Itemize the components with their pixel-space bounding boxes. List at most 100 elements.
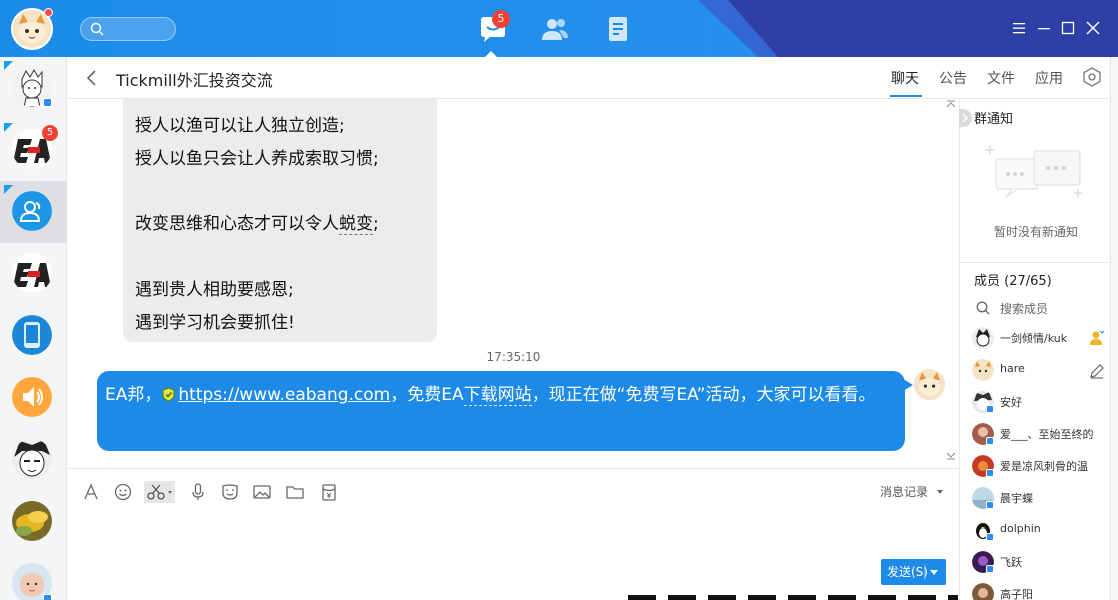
message-list[interactable]: 授人以渔可以让人独立创造; 授人以鱼只会让人养成索取习惯; 改变思维和心态才可以… [68, 99, 959, 468]
conversation-item-6[interactable] [0, 367, 67, 429]
member-avatar [972, 359, 994, 381]
red-packet-icon[interactable] [318, 481, 340, 503]
client-badge [986, 565, 994, 573]
chat-header: Tickmill外汇投资交流 聊天 公告 文件 应用 [68, 57, 1110, 99]
client-badge [986, 469, 994, 477]
manga-face-avatar [12, 439, 52, 479]
conversation-sidebar: 5 [0, 57, 67, 600]
pinned-marker [4, 123, 13, 132]
conversation-item-2[interactable]: 5 [0, 119, 67, 181]
edit-pencil-icon[interactable] [1088, 362, 1106, 380]
minimize-icon[interactable] [1036, 20, 1052, 36]
global-search-input[interactable] [80, 17, 176, 41]
member-name: 高子阳 [1000, 588, 1033, 600]
members-title: 成员 (27/65) [974, 274, 1052, 289]
member-search-input[interactable]: 搜索成员 [974, 299, 1104, 317]
conversation-item-8[interactable] [0, 491, 67, 553]
member-name: 晨宇蝶 [1000, 492, 1033, 505]
image-icon[interactable] [251, 481, 273, 503]
speaker-orange-avatar [12, 377, 52, 417]
conversation-item-1[interactable] [0, 57, 67, 119]
conversation-item-5[interactable] [0, 305, 67, 367]
chat-title: Tickmill外汇投资交流 [116, 71, 273, 90]
message-link[interactable]: https://www.eabang.com [178, 385, 390, 405]
client-badge [43, 594, 52, 600]
bubble-tail [903, 379, 913, 391]
highlighted-word[interactable]: 蜕变 [339, 214, 373, 235]
member-avatar [972, 327, 994, 349]
settings-hexagon-icon[interactable] [1082, 67, 1102, 87]
member-name: 安好 [1000, 396, 1022, 409]
client-badge [986, 405, 994, 413]
maximize-icon[interactable] [1060, 20, 1076, 36]
panel-toggle-chevron-icon[interactable] [959, 109, 972, 127]
member-name: 爱___、至始至终的 [1000, 428, 1094, 441]
member-name: hare [1000, 362, 1025, 375]
screenshot-button[interactable] [144, 481, 175, 503]
conversation-item-7[interactable] [0, 429, 67, 491]
scroll-to-bottom-icon[interactable] [946, 451, 956, 461]
send-options-chevron-icon[interactable] [930, 570, 938, 575]
conversation-item-3[interactable] [0, 181, 67, 243]
outgoing-message-bubble[interactable]: EA邦， https://www.eabang.com，免费EA下载网站，现正在做… [97, 371, 913, 451]
empty-notice-illustration [985, 145, 1082, 198]
close-icon[interactable] [1085, 20, 1101, 36]
window-right-edge [1110, 57, 1118, 600]
message-line: 授人以鱼只会让人养成索取习惯; [135, 149, 379, 169]
folder-icon[interactable] [284, 481, 306, 503]
sticker-icon[interactable] [219, 481, 241, 503]
incoming-message-bubble[interactable]: 授人以渔可以让人独立创造; 授人以鱼只会让人养成索取习惯; 改变思维和心态才可以… [123, 99, 437, 342]
search-icon [976, 301, 990, 315]
client-badge [986, 501, 994, 509]
group-info-panel: 群通知 暂时没有新通知 成员 (27/65) 搜索成员 一剑倾情/kuk har… [959, 99, 1112, 600]
tab-files[interactable]: 文件 [987, 68, 1015, 88]
microphone-icon[interactable] [187, 481, 209, 503]
member-item[interactable]: dolphin [972, 519, 1112, 543]
send-button[interactable]: 发送(S) [881, 559, 946, 585]
message-line: 遇到学习机会要抓住! [135, 313, 295, 333]
message-composer[interactable]: 消息记录 发送(S) [68, 468, 959, 600]
member-item[interactable]: 爱___、至始至终的 [972, 423, 1112, 447]
conversation-item-4[interactable] [0, 243, 67, 305]
member-avatar [972, 583, 994, 600]
messages-badge: 5 [492, 10, 510, 28]
title-bar-decoration [698, 0, 1118, 57]
unread-badge: 5 [42, 125, 58, 141]
message-text: ，现正在做“免费写EA”活动，大家可以看看。 [531, 385, 876, 405]
group-notice-title: 群通知 [974, 112, 1014, 127]
client-badge [986, 533, 994, 541]
conversation-item-9[interactable] [0, 553, 67, 600]
tab-apps[interactable]: 应用 [1035, 68, 1063, 88]
send-label: 发送(S) [887, 565, 928, 579]
message-history-link[interactable]: 消息记录 [880, 483, 943, 500]
safe-link-shield-icon [162, 387, 175, 402]
tab-announcement[interactable]: 公告 [939, 68, 967, 88]
message-text: ; [373, 214, 379, 234]
message-line: 授人以渔可以让人独立创造; [135, 116, 345, 136]
message-timestamp: 17:35:10 [486, 350, 541, 364]
highlighted-word[interactable]: 下载网站 [463, 385, 532, 406]
active-tab-underline [890, 95, 922, 97]
member-item[interactable]: 爱是凉风刺骨的温 [972, 455, 1112, 479]
sender-avatar[interactable] [914, 369, 945, 400]
member-item[interactable]: 飞跃 [972, 551, 1112, 575]
back-arrow-icon[interactable] [84, 69, 98, 87]
pinned-marker [4, 61, 13, 70]
tab-chat[interactable]: 聊天 [891, 68, 919, 88]
emoji-icon[interactable] [112, 481, 134, 503]
member-item[interactable]: 高子阳 [972, 583, 1112, 600]
member-item[interactable]: 安好 [972, 391, 1112, 415]
contacts-tab-icon[interactable] [540, 14, 570, 44]
member-name: 飞跃 [1000, 556, 1022, 569]
font-icon[interactable] [80, 481, 102, 503]
pinned-marker [4, 185, 13, 194]
member-name: 爱是凉风刺骨的温 [1000, 460, 1088, 473]
history-label: 消息记录 [880, 485, 929, 499]
menu-icon[interactable] [1011, 20, 1027, 36]
member-item[interactable]: 晨宇蝶 [972, 487, 1112, 511]
notes-tab-icon[interactable] [604, 14, 634, 44]
member-name: dolphin [1000, 522, 1041, 535]
collapse-up-icon[interactable] [946, 99, 956, 109]
client-badge [986, 437, 994, 445]
ea-logo-avatar-2 [12, 253, 52, 293]
